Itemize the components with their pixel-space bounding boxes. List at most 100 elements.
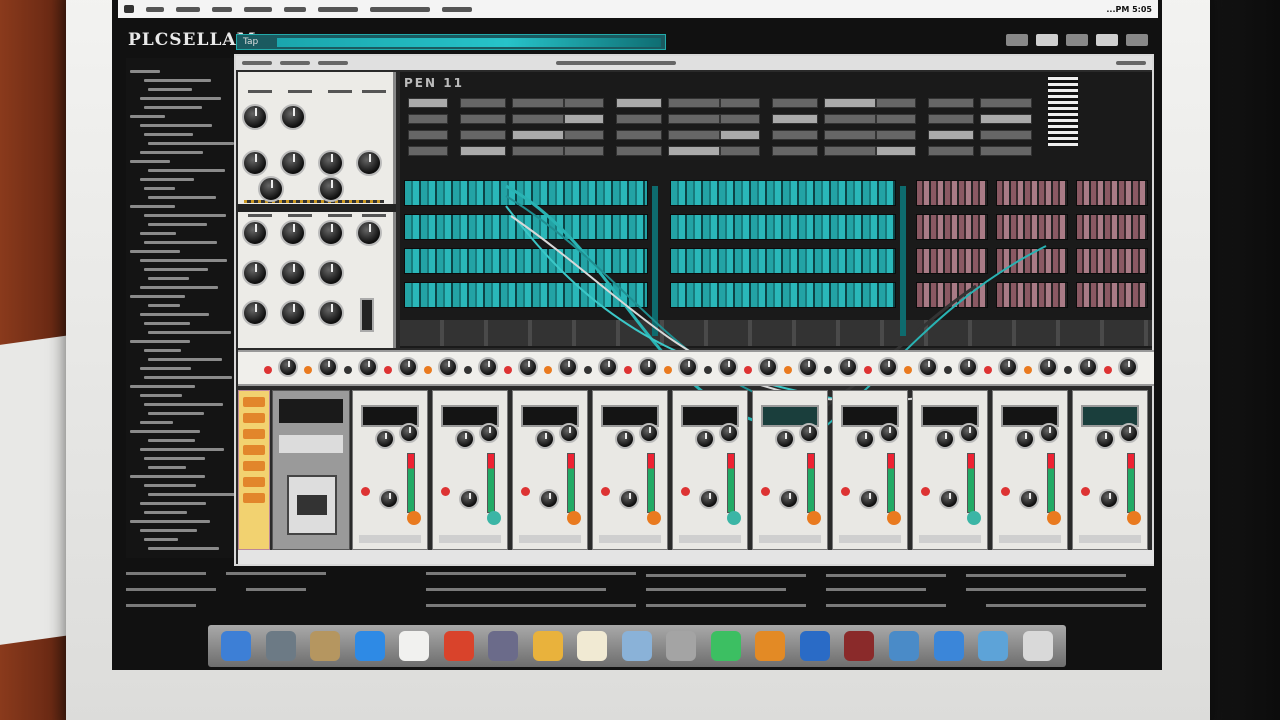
pan-knob[interactable] [699, 489, 719, 509]
track-cell[interactable] [564, 98, 604, 108]
synth-knob[interactable] [318, 300, 344, 326]
control-button[interactable] [243, 445, 265, 455]
synth-knob[interactable] [318, 220, 344, 246]
control-button[interactable] [243, 493, 265, 503]
browser-item[interactable] [140, 97, 221, 100]
strip-knob[interactable] [278, 357, 298, 377]
browser-item[interactable] [140, 367, 191, 370]
track-cell[interactable] [720, 146, 760, 156]
browser-item[interactable] [140, 529, 197, 532]
browser-item[interactable] [130, 160, 170, 163]
header-button[interactable] [1036, 34, 1058, 46]
pattern-clip[interactable] [404, 214, 648, 240]
track-cell[interactable] [564, 146, 604, 156]
track-cell[interactable] [876, 146, 916, 156]
browser-item[interactable] [130, 520, 210, 523]
facetime-icon[interactable] [710, 631, 741, 661]
browser-item[interactable] [144, 403, 223, 406]
pan-knob[interactable] [1099, 489, 1119, 509]
fader-cap[interactable] [487, 511, 501, 525]
fader-cap[interactable] [567, 511, 581, 525]
browser-item[interactable] [144, 106, 202, 109]
pattern-clip[interactable] [916, 282, 988, 308]
browser-item[interactable] [148, 439, 195, 442]
track-cell[interactable] [824, 146, 876, 156]
pattern-clip[interactable] [404, 180, 648, 206]
control-button[interactable] [243, 477, 265, 487]
strip-knob[interactable] [678, 357, 698, 377]
pattern-clip[interactable] [670, 180, 896, 206]
header-button[interactable] [1066, 34, 1088, 46]
channel-knob[interactable] [455, 429, 475, 449]
track-cell[interactable] [772, 130, 818, 140]
record-button[interactable] [681, 487, 690, 496]
browser-item[interactable] [144, 511, 187, 514]
track-cell[interactable] [460, 130, 506, 140]
strip-knob[interactable] [958, 357, 978, 377]
pattern-clip[interactable] [404, 282, 648, 308]
network-icon[interactable] [933, 631, 964, 661]
trash-icon[interactable] [1022, 631, 1053, 661]
fader-cap[interactable] [727, 511, 741, 525]
pan-knob[interactable] [379, 489, 399, 509]
strip-knob[interactable] [598, 357, 618, 377]
strip-knob[interactable] [798, 357, 818, 377]
track-cell[interactable] [616, 114, 662, 124]
strip-knob[interactable] [998, 357, 1018, 377]
textedit-icon[interactable] [577, 631, 608, 661]
synth-knob[interactable] [242, 150, 268, 176]
strip-knob[interactable] [438, 357, 458, 377]
synth-knob[interactable] [280, 300, 306, 326]
browser-item[interactable] [148, 358, 222, 361]
track-fader[interactable] [900, 186, 906, 336]
strip-knob[interactable] [518, 357, 538, 377]
apple-icon[interactable] [124, 5, 134, 13]
fader-cap[interactable] [1047, 511, 1061, 525]
browser-item[interactable] [144, 349, 181, 352]
strip-knob[interactable] [318, 357, 338, 377]
synth-knob[interactable] [318, 150, 344, 176]
folder-icon[interactable] [354, 631, 385, 661]
pattern-clip[interactable] [670, 214, 896, 240]
track-cell[interactable] [408, 114, 448, 124]
control-button[interactable] [243, 429, 265, 439]
track-cell[interactable] [980, 146, 1032, 156]
toolbar-control[interactable] [242, 61, 272, 65]
synth-knob[interactable] [242, 104, 268, 130]
notes-icon[interactable] [399, 631, 430, 661]
tempo-bar[interactable]: Tap [236, 34, 666, 50]
track-cell[interactable] [512, 130, 564, 140]
channel-knob[interactable] [855, 429, 875, 449]
channel-knob[interactable] [959, 423, 979, 443]
browser-item[interactable] [144, 133, 193, 136]
channel-knob[interactable] [1095, 429, 1115, 449]
browser-item[interactable] [148, 277, 189, 280]
menu-item[interactable] [284, 6, 306, 12]
mail-icon[interactable] [888, 631, 919, 661]
synth-knob[interactable] [280, 150, 306, 176]
pattern-clip[interactable] [1076, 180, 1148, 206]
record-button[interactable] [761, 487, 770, 496]
toolbar-control[interactable] [318, 61, 348, 65]
channel-knob[interactable] [639, 423, 659, 443]
pan-knob[interactable] [619, 489, 639, 509]
control-button[interactable] [243, 413, 265, 423]
browser-item[interactable] [140, 151, 203, 154]
app-store-icon[interactable] [799, 631, 830, 661]
synth-knob[interactable] [280, 260, 306, 286]
synth-knob[interactable] [242, 260, 268, 286]
record-button[interactable] [441, 487, 450, 496]
browser-item[interactable] [140, 502, 206, 505]
menu-item[interactable] [176, 6, 200, 12]
menu-item[interactable] [442, 6, 472, 12]
record-button[interactable] [361, 487, 370, 496]
record-button[interactable] [841, 487, 850, 496]
control-button[interactable] [243, 397, 265, 407]
browser-item[interactable] [140, 259, 227, 262]
channel-knob[interactable] [375, 429, 395, 449]
browser-item[interactable] [144, 268, 208, 271]
pattern-clip[interactable] [916, 214, 988, 240]
track-cell[interactable] [668, 130, 720, 140]
strip-knob[interactable] [878, 357, 898, 377]
track-cell[interactable] [668, 114, 720, 124]
